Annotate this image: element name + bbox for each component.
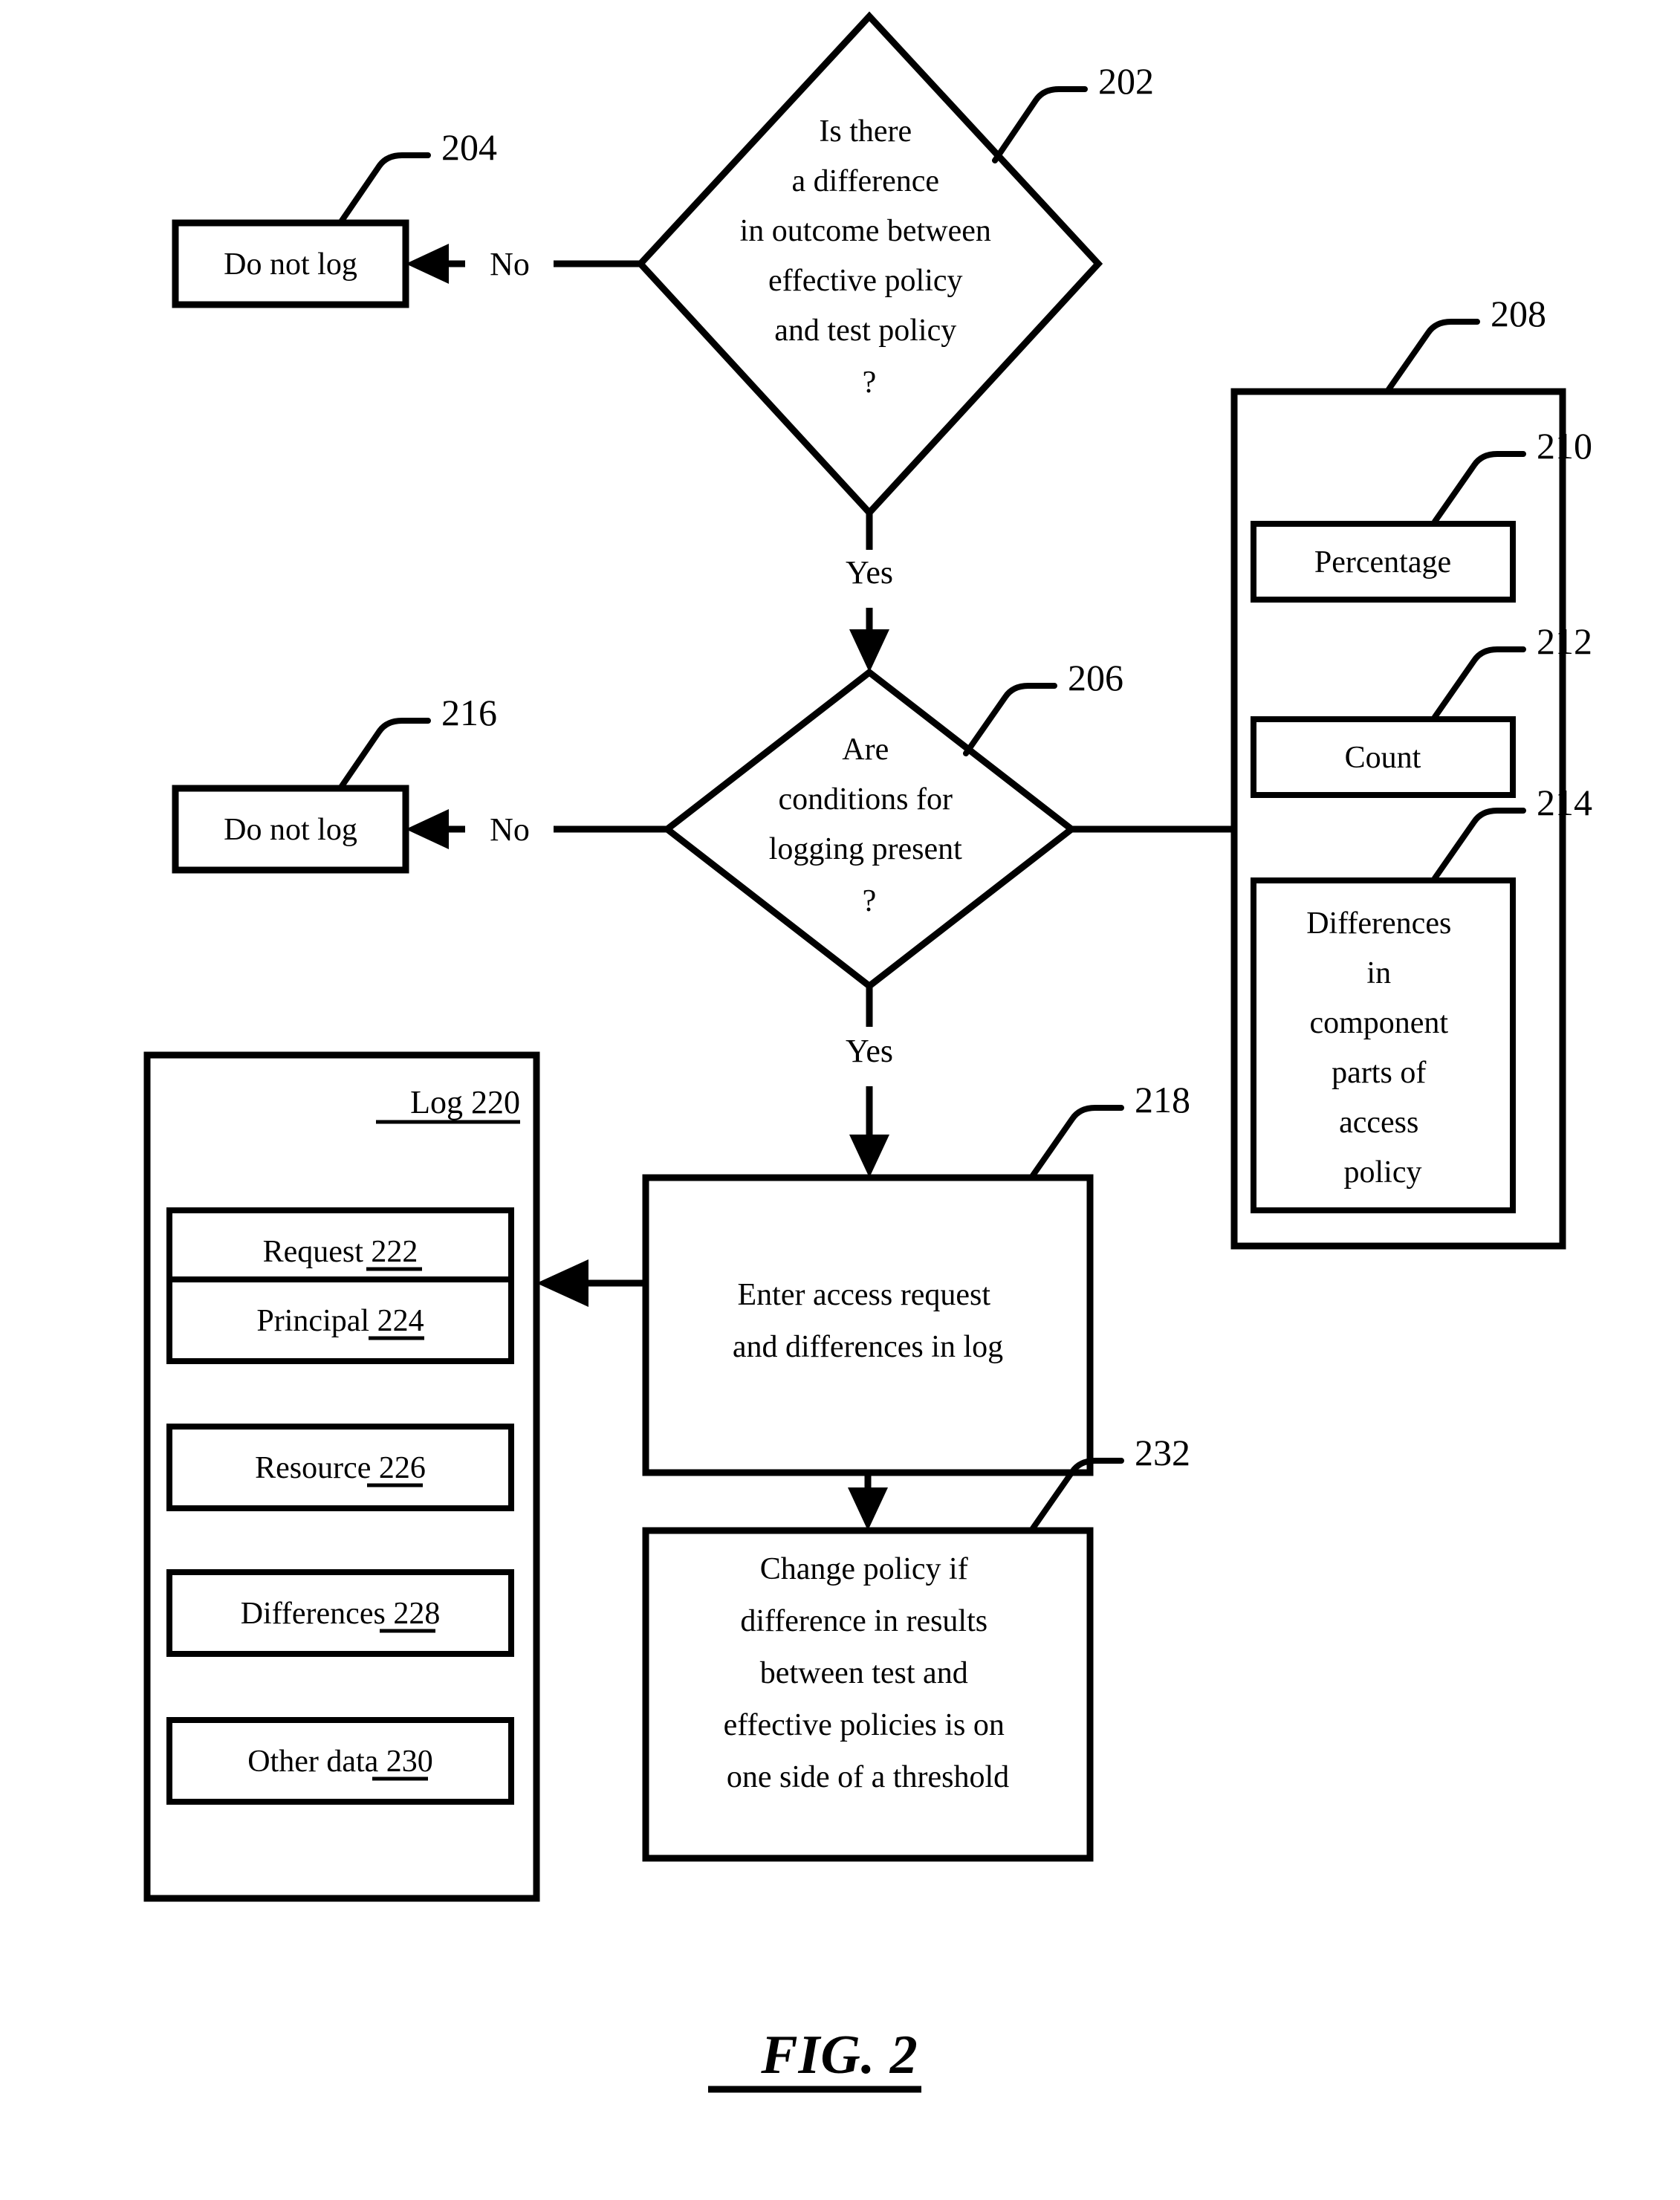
edge-label-yes-206: Yes xyxy=(846,1033,893,1069)
box-218-shape xyxy=(642,1174,1094,1476)
box-232-line-4: one side of a threshold xyxy=(727,1760,1009,1794)
container-220-title: Log 220 xyxy=(410,1084,520,1120)
box-218-line-0: Enter access request xyxy=(738,1278,991,1312)
decision-202-line-1: a difference xyxy=(791,164,939,198)
flowchart-diagram: Is there a difference in outcome between… xyxy=(143,11,1592,2093)
ref-label-212: 212 xyxy=(1537,620,1592,662)
box-210-label: Percentage xyxy=(1314,545,1451,580)
box-212-label: Count xyxy=(1345,741,1421,775)
box-224-label: Principal 224 xyxy=(256,1304,424,1338)
box-222-label: Request 222 xyxy=(263,1235,418,1269)
box-230-ref: 230 xyxy=(386,1745,433,1779)
ref-label-208: 208 xyxy=(1491,293,1546,334)
ref-label-204: 204 xyxy=(441,126,497,168)
box-214-line-1: in xyxy=(1366,956,1391,990)
decision-202-line-2: in outcome between xyxy=(740,214,991,248)
leader-line-204 xyxy=(339,152,431,224)
decision-202-line-0: Is there xyxy=(819,114,912,149)
figure-root: Is there a difference in outcome between… xyxy=(0,0,1680,2200)
decision-206-line-1: conditions for xyxy=(779,782,953,817)
box-232-line-3: effective policies is on xyxy=(724,1708,1005,1742)
box-224-text: Principal xyxy=(256,1304,369,1338)
leader-line-218 xyxy=(1030,1105,1124,1178)
leader-line-208 xyxy=(1386,319,1480,392)
box-218-line-1: and differences in log xyxy=(733,1330,1003,1364)
edge-206-218-arrowhead xyxy=(849,1135,889,1178)
leader-line-216 xyxy=(339,718,431,789)
container-220-title-ref: 220 xyxy=(471,1084,520,1120)
box-230-text: Other data xyxy=(247,1745,378,1779)
decision-202-line-5: ? xyxy=(863,366,877,400)
edge-218-220-arrowhead xyxy=(536,1259,588,1307)
ref-label-214: 214 xyxy=(1537,782,1592,823)
ref-label-210: 210 xyxy=(1537,425,1592,467)
ref-label-202: 202 xyxy=(1098,60,1154,102)
decision-206-shape xyxy=(661,668,1077,990)
decision-202-line-4: and test policy xyxy=(774,314,956,348)
box-226-ref: 226 xyxy=(379,1451,426,1485)
edge-202-206-arrowhead xyxy=(849,629,889,672)
box-216-label: Do not log xyxy=(224,813,357,847)
box-224-ref: 224 xyxy=(377,1304,424,1338)
box-230-label: Other data 230 xyxy=(247,1745,433,1779)
box-214-line-0: Differences xyxy=(1306,906,1451,941)
box-226-text: Resource xyxy=(255,1451,371,1485)
container-220-title-text: Log xyxy=(410,1084,463,1120)
box-214-line-5: policy xyxy=(1344,1155,1422,1190)
ref-label-216: 216 xyxy=(441,692,497,733)
leader-line-202 xyxy=(992,86,1088,163)
ref-label-218: 218 xyxy=(1135,1079,1190,1120)
box-228-text: Differences xyxy=(241,1597,386,1631)
box-222-ref: 222 xyxy=(371,1235,418,1269)
box-204-label: Do not log xyxy=(224,247,357,282)
ref-label-232: 232 xyxy=(1135,1432,1190,1473)
edge-label-no-202: No xyxy=(490,246,530,282)
box-228-label: Differences 228 xyxy=(241,1597,441,1631)
edge-218-232-arrowhead xyxy=(848,1487,888,1531)
box-214-line-3: parts of xyxy=(1332,1056,1426,1090)
ref-label-206: 206 xyxy=(1068,657,1123,698)
edge-202-204-arrowhead xyxy=(406,244,449,284)
box-232-line-2: between test and xyxy=(760,1656,968,1690)
decision-202-line-3: effective policy xyxy=(768,264,963,298)
edge-206-216-arrowhead xyxy=(406,809,449,849)
box-214-line-2: component xyxy=(1309,1006,1448,1040)
box-222-text: Request xyxy=(263,1235,364,1269)
edge-label-no-206: No xyxy=(490,811,530,848)
box-232-line-0: Change policy if xyxy=(760,1552,968,1586)
box-228-ref: 228 xyxy=(393,1597,440,1631)
figure-caption: FIG. 2 xyxy=(760,2025,918,2086)
box-232-line-1: difference in results xyxy=(740,1604,987,1638)
decision-206-line-2: logging present xyxy=(769,832,962,866)
box-226-label: Resource 226 xyxy=(255,1451,426,1485)
decision-206-line-3: ? xyxy=(863,884,877,918)
decision-206-line-0: Are xyxy=(842,733,889,767)
leader-line-206 xyxy=(963,683,1057,756)
box-214-line-4: access xyxy=(1339,1106,1418,1140)
edge-label-yes-202: Yes xyxy=(846,554,893,591)
